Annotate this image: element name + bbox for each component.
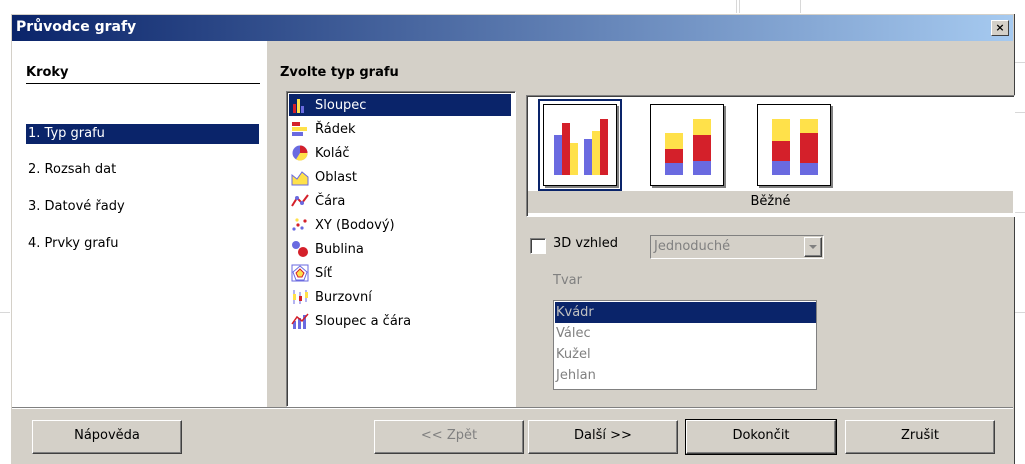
3d-style-combobox[interactable]: Jednoduché <box>650 235 824 259</box>
steps-divider <box>26 83 260 84</box>
window-title: Průvodce grafy <box>16 19 137 35</box>
step-data-series[interactable]: 3. Datové řady <box>26 197 259 217</box>
close-button[interactable]: × <box>991 20 1009 36</box>
chevron-down-icon[interactable] <box>804 237 822 257</box>
normal-column-icon <box>554 119 608 175</box>
chart-type-label: Čára <box>315 193 346 209</box>
help-button[interactable]: Nápověda <box>32 420 182 454</box>
cancel-button[interactable]: Zrušit <box>845 420 995 454</box>
back-button[interactable]: << Zpět <box>374 420 524 454</box>
chart-type-label: Oblast <box>315 169 357 185</box>
grid-line <box>1015 212 1025 213</box>
shape-listbox[interactable]: Kvádr Válec Kužel Jehlan <box>553 300 817 390</box>
3d-look-checkbox[interactable] <box>530 238 546 254</box>
chart-type-column[interactable]: Sloupec <box>289 94 511 116</box>
shape-item-cuboid[interactable]: Kvádr <box>555 302 816 323</box>
stock-chart-icon <box>293 290 308 304</box>
3d-look-label[interactable]: 3D vzhled <box>553 236 618 251</box>
finish-button[interactable]: Dokončit <box>685 419 837 455</box>
shape-item-cone[interactable]: Kužel <box>555 344 816 365</box>
steps-title: Kroky <box>26 65 69 80</box>
steps-panel: Kroky 1. Typ grafu 2. Rozsah dat 3. Dato… <box>12 41 267 407</box>
grid-line <box>1015 312 1025 313</box>
chart-type-label: Síť <box>315 265 332 281</box>
title-bar[interactable]: Průvodce grafy × <box>12 15 1013 41</box>
chart-type-label: Sloupec a čára <box>315 313 412 329</box>
chart-type-label: XY (Bodový) <box>315 217 395 233</box>
chart-type-column-line[interactable]: Sloupec a čára <box>289 310 511 332</box>
step-chart-elements[interactable]: 4. Prvky grafu <box>26 234 259 254</box>
subtype-category-label: Běžné <box>528 191 1013 213</box>
grid-line <box>1015 62 1025 63</box>
chart-type-net[interactable]: Síť <box>289 262 511 284</box>
pie-chart-icon <box>292 145 308 161</box>
grid-line <box>0 312 10 313</box>
chart-type-bubble[interactable]: Bublina <box>289 238 511 260</box>
shape-item-pyramid[interactable]: Jehlan <box>555 365 816 386</box>
step-data-range[interactable]: 2. Rozsah dat <box>26 160 259 180</box>
chart-wizard-dialog: Průvodce grafy × Kroky 1. Typ grafu 2. R… <box>10 13 1015 464</box>
shape-item-cylinder[interactable]: Válec <box>555 323 816 344</box>
line-chart-icon <box>291 194 309 207</box>
close-icon: × <box>995 21 1005 34</box>
column-line-chart-icon <box>291 313 309 329</box>
scatter-chart-icon <box>292 218 307 231</box>
chart-type-heading: Zvolte typ grafu <box>280 65 399 80</box>
chart-subtype-gallery: Běžné <box>526 95 1015 217</box>
column-chart-icon <box>293 99 304 113</box>
shape-label: Tvar <box>553 273 582 288</box>
percent-stacked-column-icon <box>772 119 818 175</box>
chart-type-bar[interactable]: Řádek <box>289 118 511 140</box>
subtype-normal-thumbnail[interactable] <box>538 99 622 191</box>
chart-type-pie[interactable]: Koláč <box>289 142 511 164</box>
grid-line <box>1015 112 1025 113</box>
bar-chart-icon <box>292 122 307 136</box>
next-button[interactable]: Další >> <box>528 420 678 454</box>
chart-type-list[interactable]: Sloupec Řádek Koláč Oblast Čára XY (Bodo… <box>286 91 516 407</box>
area-chart-icon <box>291 171 309 186</box>
chart-type-xy-scatter[interactable]: XY (Bodový) <box>289 214 511 236</box>
net-chart-icon <box>291 264 309 282</box>
chart-type-label: Sloupec <box>315 97 367 113</box>
chart-type-label: Bublina <box>315 241 364 257</box>
subtype-percent-stacked-thumbnail[interactable] <box>757 104 831 186</box>
chart-type-label: Burzovní <box>315 289 372 305</box>
stacked-column-icon <box>665 119 711 175</box>
bubble-chart-icon <box>292 241 308 257</box>
chart-type-area[interactable]: Oblast <box>289 166 511 188</box>
subtype-stacked-thumbnail[interactable] <box>650 104 724 186</box>
chart-type-line[interactable]: Čára <box>289 190 511 212</box>
chart-type-stock[interactable]: Burzovní <box>289 286 511 308</box>
step-chart-type[interactable]: 1. Typ grafu <box>26 124 259 144</box>
chart-type-label: Řádek <box>315 121 356 137</box>
chart-type-label: Koláč <box>315 145 350 161</box>
3d-style-value: Jednoduché <box>654 239 731 254</box>
footer-divider <box>12 407 1013 408</box>
